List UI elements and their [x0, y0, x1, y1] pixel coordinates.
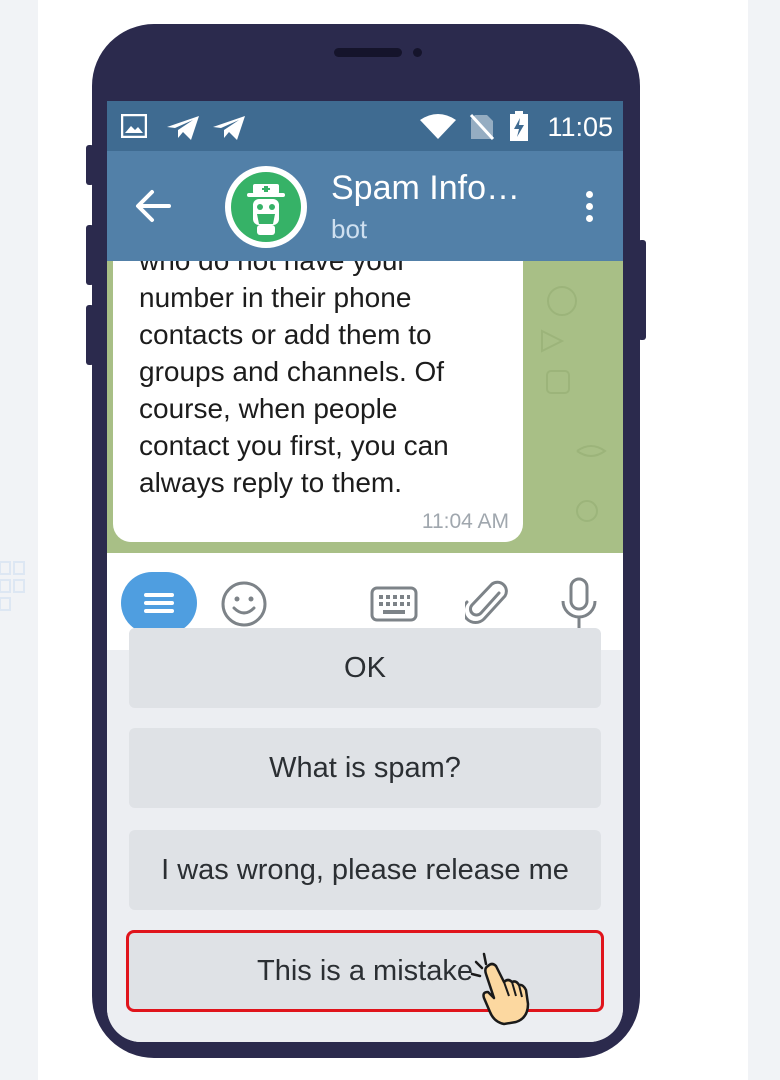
battery-charging-icon [510, 111, 528, 141]
reply-button-release-me[interactable]: I was wrong, please release me [129, 830, 601, 910]
image-icon [121, 114, 147, 138]
more-options-icon[interactable] [586, 191, 593, 227]
message-line: contacts or add them to [139, 319, 432, 350]
attach-icon[interactable] [465, 579, 511, 629]
chat-header: Spam Info… bot [107, 151, 623, 261]
phone-screen: 11:05 Spam Info… bot number in their pho… [107, 101, 623, 1042]
wifi-icon [420, 114, 456, 139]
telegram-icon [213, 116, 245, 140]
status-bar: 11:05 [107, 101, 623, 151]
message-line: contact you first, you can [139, 430, 449, 461]
back-arrow-icon[interactable] [135, 189, 171, 223]
spam-bot-avatar-icon [231, 172, 301, 242]
status-time: 11:05 [547, 112, 613, 142]
reply-button-ok[interactable]: OK [129, 628, 601, 708]
message-bubble[interactable]: who do not have your number in their pho… [113, 261, 523, 542]
hand-pointer-icon [470, 952, 530, 1026]
message-line: groups and channels. Of [139, 356, 445, 387]
chat-area[interactable]: who do not have your number in their pho… [107, 261, 623, 553]
avatar[interactable] [225, 166, 307, 248]
grid-decoration-icon [0, 561, 25, 611]
chat-title[interactable]: Spam Info… [331, 169, 520, 208]
microphone-icon[interactable] [559, 577, 599, 631]
emoji-icon[interactable] [220, 580, 268, 628]
message-line: number in their phone [139, 282, 412, 313]
reply-button-what-is-spam[interactable]: What is spam? [129, 728, 601, 808]
keyboard-icon[interactable] [370, 586, 418, 622]
message-line: course, when people [139, 393, 398, 424]
message-time: 11:04 AM [421, 510, 509, 533]
message-text: who do not have your number in their pho… [139, 261, 519, 501]
keyboard-menu-button[interactable] [121, 572, 197, 634]
keyboard-menu-icon [144, 593, 174, 613]
phone-speaker [334, 48, 402, 57]
phone-camera [413, 48, 422, 57]
telegram-icon [167, 116, 199, 140]
chat-subtitle: bot [331, 214, 368, 244]
no-sim-icon [469, 113, 495, 141]
message-line: always reply to them. [139, 467, 402, 498]
message-line: who do not have your [139, 261, 519, 279]
